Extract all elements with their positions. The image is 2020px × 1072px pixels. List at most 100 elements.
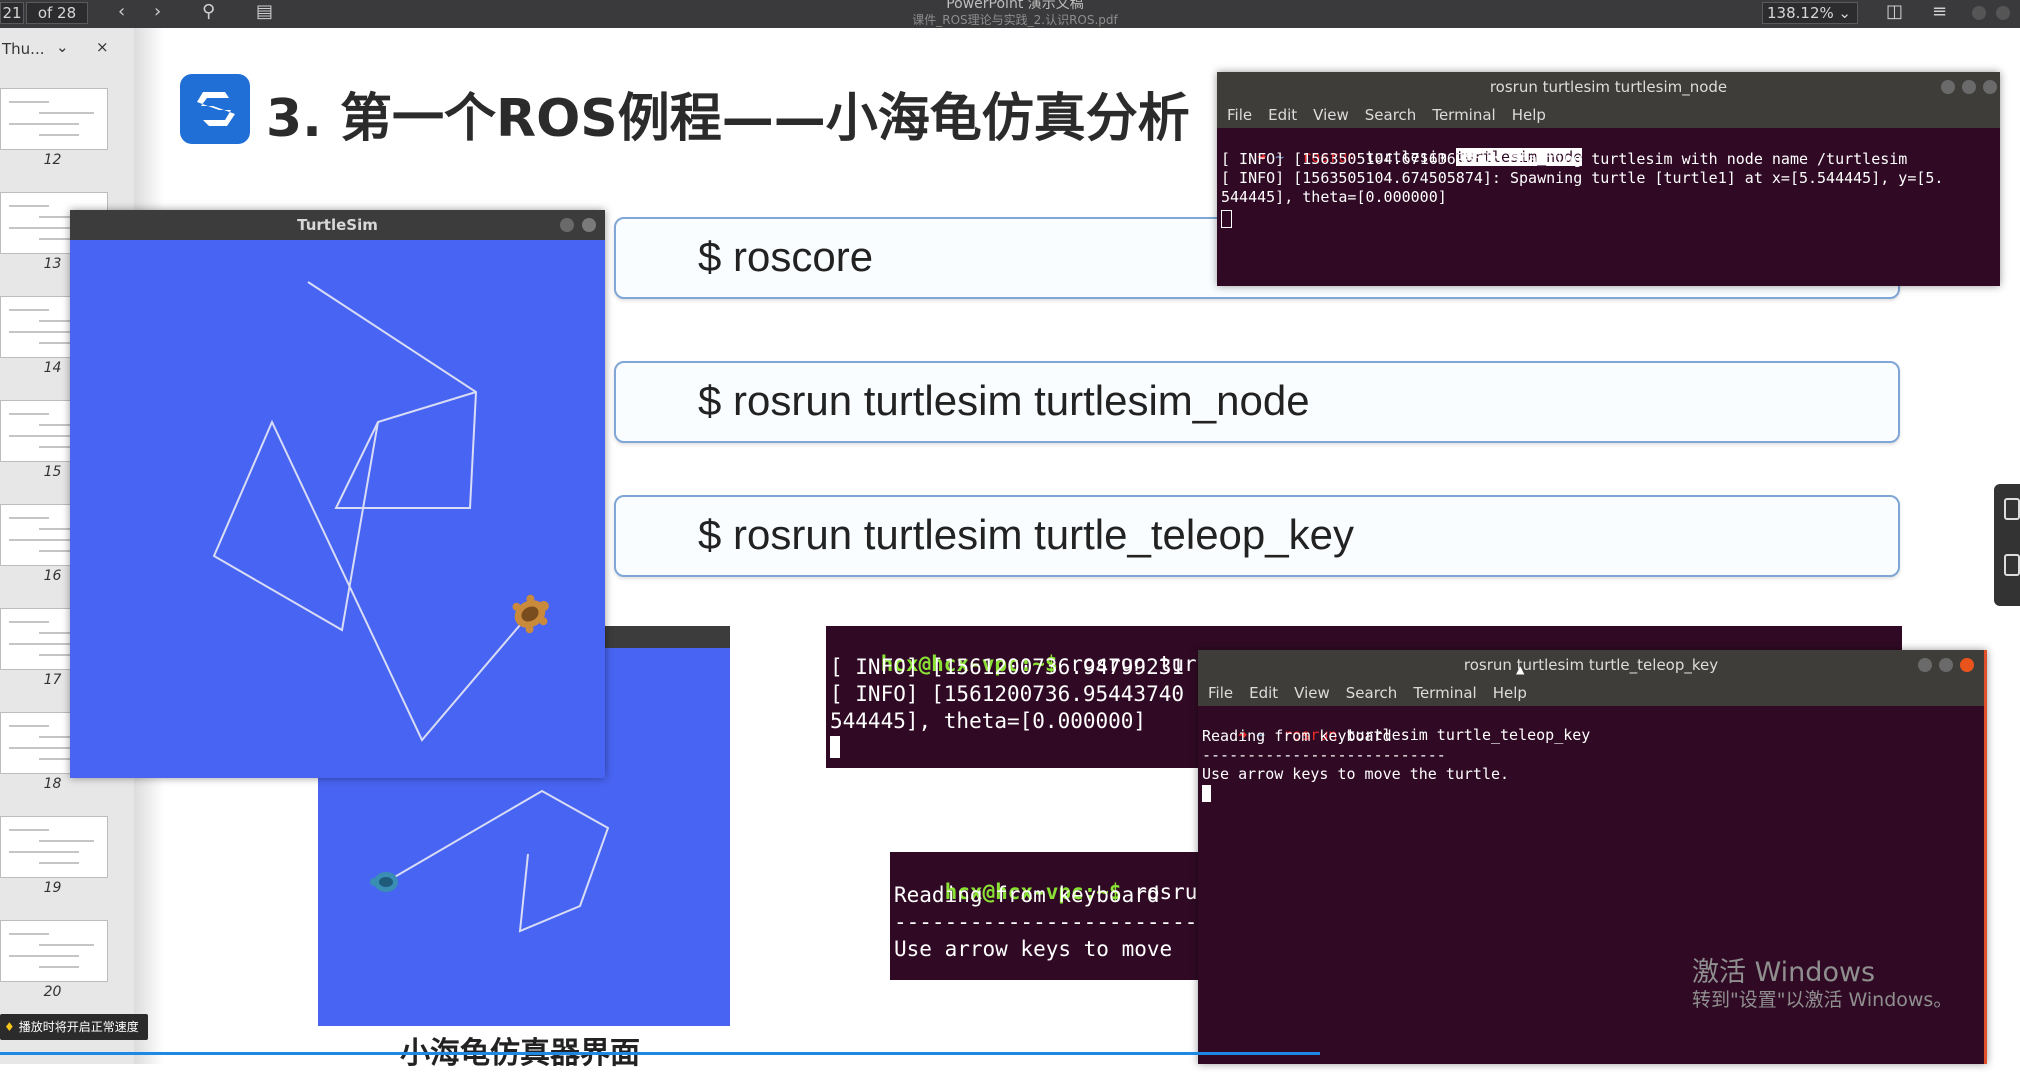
thumbnail-content: [9, 829, 49, 831]
thumbnail-content: [9, 435, 79, 437]
menu-file[interactable]: File: [1227, 106, 1252, 124]
command-text: $ rosrun turtlesim turtlesim_node: [698, 377, 1310, 424]
menu-help[interactable]: Help: [1512, 106, 1546, 124]
terminal-line: Reading from keyboard: [894, 883, 1160, 907]
thumbnail-content: [9, 539, 79, 541]
playback-tooltip: ♦ 播放时将开启正常速度: [0, 1014, 148, 1040]
thumbnail-page[interactable]: [0, 88, 108, 150]
command-text: $ roscore: [698, 233, 874, 280]
close-button[interactable]: [1983, 80, 1997, 94]
terminal-cursor: [830, 736, 840, 758]
maximize-button[interactable]: [1962, 80, 1976, 94]
menu-search[interactable]: Search: [1365, 106, 1417, 124]
terminal-line: 544445], theta=[0.000000]: [830, 709, 1147, 733]
slide-caption: 小海龟仿真器界面: [400, 1036, 640, 1071]
thumbnail-content: [39, 862, 79, 864]
slide-terminal-teleop-image: hcx@hcx-vpc:~$ rosrun t Reading from key…: [890, 852, 1250, 980]
thumbnail-content: [9, 205, 49, 207]
search-icon[interactable]: ⚲: [202, 2, 215, 22]
minimize-button[interactable]: [1941, 80, 1955, 94]
widget-icon[interactable]: [2004, 498, 2020, 520]
thumbnail-content: [9, 621, 49, 623]
turtlesim-window[interactable]: TurtleSim: [70, 210, 605, 778]
maximize-button[interactable]: [1939, 658, 1953, 672]
terminal-turtlesim-node-window[interactable]: rosrun turtlesim turtlesim_node File Edit…: [1217, 72, 2000, 286]
thumbnail-content: [39, 944, 94, 946]
page-total-label: of 28: [26, 2, 88, 24]
command-text: $ rosrun turtlesim turtle_teleop_key: [698, 511, 1354, 558]
close-button[interactable]: [1960, 658, 1974, 672]
menu-view[interactable]: View: [1313, 106, 1349, 124]
turtle-icon: [370, 872, 398, 892]
page-number-input[interactable]: 21: [0, 2, 24, 24]
thumbnail-page-number: 20: [43, 984, 62, 1000]
thumbnail-view-select[interactable]: Thu...: [2, 40, 44, 58]
close-icon[interactable]: ×: [96, 38, 109, 56]
thumbnail-content: [9, 227, 79, 229]
command-box-teleop-key: $ rosrun turtlesim turtle_teleop_key: [614, 495, 1900, 577]
side-widget[interactable]: [1994, 484, 2020, 606]
zoom-value: 138.12%: [1767, 4, 1834, 22]
terminal-titlebar[interactable]: rosrun turtlesim turtle_teleop_key: [1198, 650, 1984, 680]
turtle-trail: [212, 281, 549, 742]
menu-help[interactable]: Help: [1493, 684, 1527, 702]
menu-edit[interactable]: Edit: [1268, 106, 1297, 124]
chevron-down-icon[interactable]: ⌄: [56, 38, 69, 56]
thumbnail-content: [9, 413, 49, 415]
menu-icon[interactable]: ≡: [1932, 2, 1947, 22]
menu-file[interactable]: File: [1208, 684, 1233, 702]
thumbnail-page-number: 14: [43, 360, 62, 376]
thumbnail-header: Thu... ⌄ ×: [0, 38, 134, 62]
zoom-select[interactable]: 138.12% ⌄: [1762, 2, 1858, 24]
thumbnail-content: [9, 933, 49, 935]
bulb-icon: ♦: [4, 1020, 15, 1034]
chevron-right-icon[interactable]: ›: [154, 2, 161, 22]
document-name: 课件_ROS理论与实践_2.认识ROS.pdf: [912, 13, 1118, 27]
thumbnail-content: [9, 309, 49, 311]
window-title: rosrun turtlesim turtle_teleop_key: [1463, 656, 1719, 674]
terminal-line: [ INFO] [1563505104.671636985]: Starting…: [1221, 150, 1908, 168]
terminal-line: Use arrow keys to move the turtle.: [1202, 765, 1510, 783]
thumbnail-content: [9, 517, 49, 519]
terminal-line: 544445], theta=[0.000000]: [1221, 188, 1447, 206]
maximize-button[interactable]: [1996, 6, 2010, 20]
terminal-line: Reading from keyboard: [1202, 727, 1392, 745]
thumbnail-page-number: 16: [43, 568, 62, 584]
terminal-titlebar[interactable]: rosrun turtlesim turtlesim_node: [1217, 72, 2000, 102]
thumbnail-content: [9, 331, 79, 333]
terminal-line: [ INFO] [1561200736.95443740: [830, 682, 1185, 706]
page-icon[interactable]: ◫: [1886, 2, 1903, 22]
thumbnail-content: [9, 955, 79, 957]
terminal-line: [ INFO] [1561200736.94799231: [830, 655, 1185, 679]
widget-icon[interactable]: [2004, 554, 2020, 576]
menu-terminal[interactable]: Terminal: [1432, 106, 1495, 124]
top-toolbar: 21 of 28 ‹ › ⚲ ▤ PowerPoint 演示文稿 课件_ROS理…: [0, 0, 2020, 28]
thumbnail-content: [9, 101, 49, 103]
thumbnail-page-number: 15: [43, 464, 62, 480]
thumbnail-page[interactable]: [0, 816, 108, 878]
thumbnail-page-number: 18: [43, 776, 62, 792]
tooltip-text: 播放时将开启正常速度: [18, 1020, 139, 1034]
minimize-button[interactable]: [1972, 6, 1986, 20]
thumbnail-content: [39, 966, 79, 968]
window-title: rosrun turtlesim turtlesim_node: [1489, 78, 1728, 96]
menu-view[interactable]: View: [1294, 684, 1330, 702]
thumbnail-page-number: 19: [43, 880, 62, 896]
thumbnail-content: [9, 725, 49, 727]
terminal-cursor: [1221, 210, 1232, 228]
logo-icon: [180, 74, 250, 144]
menu-search[interactable]: Search: [1346, 684, 1398, 702]
thumbnail-content: [9, 643, 79, 645]
menu-edit[interactable]: Edit: [1249, 684, 1278, 702]
video-progress-bar[interactable]: [0, 1052, 1320, 1055]
windows-activation-watermark: 激活 Windows: [1692, 957, 1876, 988]
terminal-menubar: File Edit View Search Terminal Help: [1217, 102, 2000, 128]
thumbnail-content: [39, 112, 94, 114]
document-icon[interactable]: ▤: [256, 2, 273, 22]
menu-terminal[interactable]: Terminal: [1413, 684, 1476, 702]
thumbnail-page-number: 17: [43, 672, 62, 688]
thumbnail-page[interactable]: [0, 920, 108, 982]
terminal-line: ---------------------------: [1202, 746, 1446, 764]
chevron-left-icon[interactable]: ‹: [118, 2, 125, 22]
minimize-button[interactable]: [1918, 658, 1932, 672]
